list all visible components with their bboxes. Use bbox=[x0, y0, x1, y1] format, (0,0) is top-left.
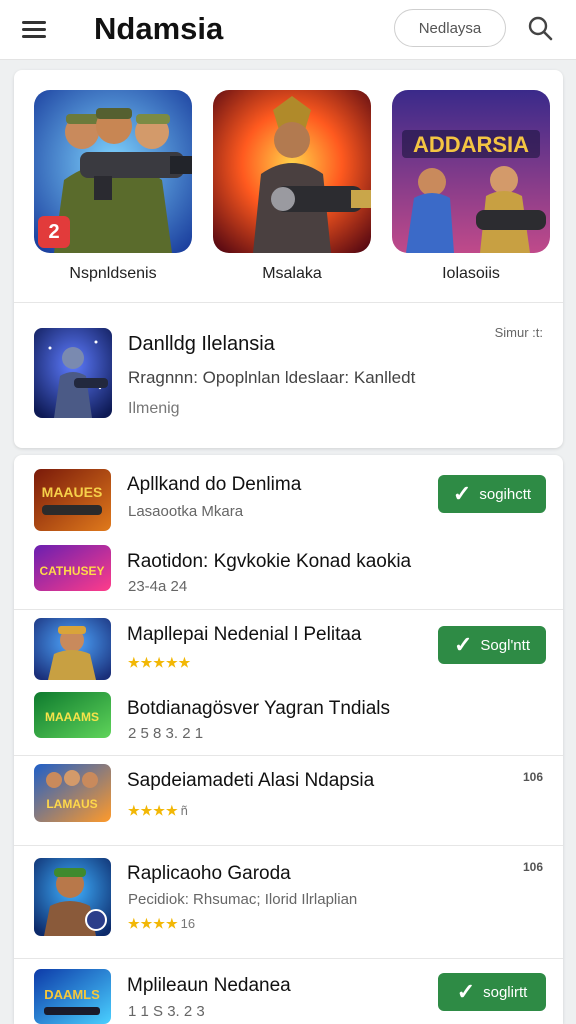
divider bbox=[14, 609, 563, 610]
divider bbox=[14, 958, 563, 959]
app-title: Mplileaun Nedanea bbox=[127, 975, 291, 996]
app-subtitle: 2 5 8 3. 2 1 bbox=[128, 725, 204, 742]
spotlight-title[interactable]: Danlldg Ilelansia bbox=[128, 333, 275, 356]
app-title: Apllkand do Denlima bbox=[127, 474, 302, 495]
featured-tile[interactable]: 2 Nspnldsenis bbox=[34, 90, 192, 283]
checkmark-icon: ✓ bbox=[456, 979, 476, 1004]
game-art: 2 bbox=[34, 90, 192, 253]
tile-label: Msalaka bbox=[262, 265, 322, 282]
star-icons: ★★★★ bbox=[128, 803, 179, 818]
star-icons: ★★★★ bbox=[128, 916, 179, 931]
menu-button[interactable] bbox=[18, 16, 52, 42]
spotlight-tag: Ilmenig bbox=[128, 400, 180, 417]
game-art: ADDARSIA bbox=[392, 90, 550, 253]
app-subtitle: 23-4a 24 bbox=[128, 578, 188, 595]
star-icons: ★★★★★ bbox=[128, 655, 192, 670]
rating-stars: ★★★★ 16 bbox=[128, 916, 195, 932]
search-pill[interactable]: Nedlaysa bbox=[394, 9, 506, 47]
rating-stars: ★★★★ ñ bbox=[128, 803, 188, 819]
app-title: Raplicaoho Garoda bbox=[127, 863, 291, 884]
rating-stars: ★★★★★ bbox=[128, 655, 193, 671]
featured-card: 2 Nspnldsenis Msalaka ADDARSIA Iolasoiis… bbox=[14, 70, 563, 448]
install-label: sogihctt bbox=[479, 485, 532, 503]
app-icon: DAAMLS bbox=[34, 969, 111, 1024]
app-title: Sapdeiamadeti Alasi Ndapsia bbox=[127, 770, 375, 791]
app-title: Botdianagösver Yagran Tndials bbox=[127, 698, 391, 719]
app-icon: LAMAUS bbox=[34, 764, 111, 822]
app-title: Mapllepai Nedenial l Pelitaa bbox=[127, 624, 362, 645]
app-subtitle: Pecidiok: Rhsumac; Ilorid Ilrlaplian bbox=[128, 891, 358, 908]
featured-tile[interactable]: Msalaka bbox=[213, 90, 371, 283]
app-icon bbox=[34, 618, 111, 680]
download-count: 106 bbox=[522, 860, 543, 874]
app-list: MAAUES Apllkand do Denlima Lasaootka Mka… bbox=[14, 455, 563, 1024]
tile-label: Nspnldsenis bbox=[69, 265, 157, 282]
install-button[interactable]: ✓ soglirtt bbox=[438, 973, 546, 1011]
checkmark-icon: ✓ bbox=[452, 481, 472, 506]
icon-text: MAAUES bbox=[42, 484, 103, 500]
featured-tile[interactable]: ADDARSIA Iolasoiis bbox=[392, 90, 550, 283]
icon-text: MAAAMS bbox=[45, 710, 99, 724]
tile-label: Iolasoiis bbox=[442, 265, 500, 282]
icon-text: CATHUSEY bbox=[39, 564, 104, 578]
icon-text: DAAMLS bbox=[44, 987, 100, 1002]
install-label: soglirtt bbox=[483, 983, 528, 1001]
spotlight-icon[interactable] bbox=[34, 328, 112, 418]
search-button[interactable] bbox=[524, 12, 558, 46]
rating-value: 16 bbox=[180, 916, 196, 931]
app-subtitle: Lasaootka Mkara bbox=[128, 503, 244, 520]
download-count: 106 bbox=[522, 770, 543, 784]
game-art bbox=[213, 90, 371, 253]
spotlight-size: Simur :t: bbox=[494, 325, 543, 340]
app-icon: MAAUES bbox=[34, 469, 111, 531]
app-title: Raotidon: Kgvkokie Konad kaokia bbox=[127, 551, 412, 572]
tile-art-text: ADDARSIA bbox=[413, 132, 529, 157]
icon-text: LAMAUS bbox=[46, 797, 97, 811]
app-icon: MAAAMS bbox=[34, 692, 111, 738]
install-button[interactable]: ✓ Sogl'ntt bbox=[438, 626, 546, 664]
spotlight-subtitle: Rragnnn: Opoplnlan ldeslaar: Kanlledt bbox=[128, 368, 416, 387]
divider bbox=[14, 755, 563, 756]
magnifier-icon bbox=[528, 16, 553, 41]
app-icon: CATHUSEY bbox=[34, 545, 111, 591]
app-title: Ndamsia bbox=[94, 11, 224, 46]
install-label: Sogl'ntt bbox=[480, 636, 530, 654]
checkmark-icon: ✓ bbox=[453, 632, 473, 657]
rating-value: ñ bbox=[180, 803, 188, 818]
app-icon bbox=[34, 858, 111, 936]
install-button[interactable]: ✓ sogihctt bbox=[438, 475, 546, 513]
app-header: Ndamsia Nedlaysa bbox=[0, 0, 576, 60]
tile-badge: 2 bbox=[48, 221, 59, 243]
divider bbox=[14, 302, 563, 303]
app-subtitle: 1 1 S 3. 2 3 bbox=[128, 1003, 205, 1020]
divider bbox=[14, 845, 563, 846]
